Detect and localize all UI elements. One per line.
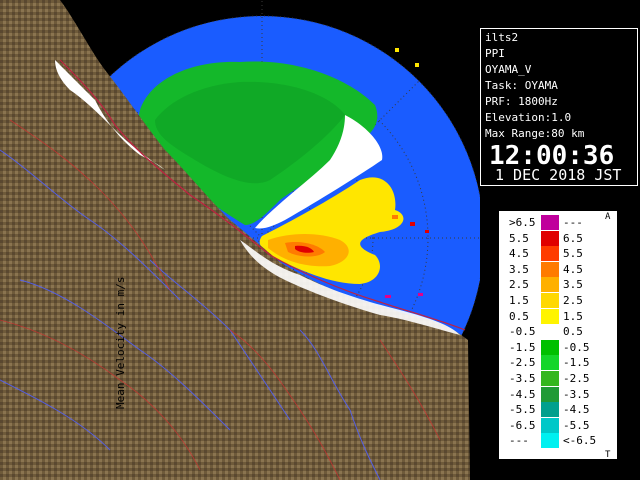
legend-upper-bound: --- xyxy=(563,216,583,229)
legend-row: -5.5 -4.5 xyxy=(499,402,619,418)
legend-lower-bound: >6.5 xyxy=(509,216,536,229)
legend-upper-bound: -4.5 xyxy=(563,403,590,417)
legend-row: >6.5 --- xyxy=(499,215,619,230)
legend-upper-bound: 0.5 xyxy=(563,325,583,339)
legend-color-swatch xyxy=(541,215,559,230)
site-name: ilts2 xyxy=(485,31,519,44)
legend-upper-bound: <-6.5 xyxy=(563,434,597,448)
legend-lower-bound: -0.5 xyxy=(509,325,536,339)
legend-row: 1.5 2.5 xyxy=(499,293,619,308)
legend-lower-bound: -2.5 xyxy=(509,356,536,370)
legend-upper-bound: 6.5 xyxy=(563,231,583,245)
legend-row: 3.5 4.5 xyxy=(499,261,619,277)
legend-color-swatch xyxy=(541,433,559,449)
legend-top-mark: A xyxy=(605,212,611,222)
legend-title: Mean Velocity in m/s xyxy=(114,276,127,409)
legend-upper-bound: 5.5 xyxy=(563,247,583,261)
legend-row: -4.5 -3.5 xyxy=(499,386,619,402)
legend-color-swatch xyxy=(541,230,559,246)
legend-row: 0.5 1.5 xyxy=(499,308,619,324)
legend-bottom-mark: T xyxy=(605,450,611,460)
legend-color-swatch xyxy=(541,402,559,418)
legend-lower-bound: -4.5 xyxy=(509,387,536,401)
legend-color-swatch xyxy=(541,261,559,277)
legend-row: -1.5 -0.5 xyxy=(499,339,619,355)
legend-color-swatch xyxy=(541,277,559,293)
legend-row: -3.5 -2.5 xyxy=(499,371,619,386)
legend-lower-bound: 1.5 xyxy=(509,294,529,307)
legend-lower-bound: -5.5 xyxy=(509,403,536,417)
scan-mode: PPI xyxy=(485,47,505,60)
legend-upper-bound: 3.5 xyxy=(563,278,583,292)
task-label: Task: OYAMA xyxy=(485,79,558,92)
legend-color-swatch xyxy=(541,355,559,371)
legend-row: -6.5 -5.5 xyxy=(499,417,619,433)
legend-row: -2.5 -1.5 xyxy=(499,355,619,371)
legend-upper-bound: 4.5 xyxy=(563,262,583,276)
legend-lower-bound: 2.5 xyxy=(509,278,529,292)
legend-color-swatch xyxy=(541,339,559,355)
legend-lower-bound: 3.5 xyxy=(509,262,529,276)
legend-upper-bound: -3.5 xyxy=(563,387,590,401)
legend-lower-bound: -1.5 xyxy=(509,340,536,354)
legend-upper-bound: -2.5 xyxy=(563,372,590,385)
legend-color-swatch xyxy=(541,371,559,386)
legend-color-swatch xyxy=(541,386,559,402)
legend-lower-bound: 0.5 xyxy=(509,309,529,323)
scan-date: 1 DEC 2018 JST xyxy=(495,166,622,184)
velocity-legend: >6.5 --- 5.5 6.5 4.5 5.5 3.5 4.5 2.5 3.5 1.5 2.5 0.5… xyxy=(498,210,618,460)
legend-upper-bound: 2.5 xyxy=(563,294,583,307)
radar-ppi-map xyxy=(0,0,480,480)
legend-row: 5.5 6.5 xyxy=(499,230,619,246)
legend-lower-bound: --- xyxy=(509,434,529,448)
legend-lower-bound: 5.5 xyxy=(509,231,529,245)
legend-row: 4.5 5.5 xyxy=(499,246,619,262)
legend-row: -0.5 0.5 xyxy=(499,324,619,340)
legend-color-swatch xyxy=(541,417,559,433)
legend-color-swatch xyxy=(541,293,559,308)
legend-upper-bound: -5.5 xyxy=(563,418,590,432)
radar-info-panel: ilts2 PPI OYAMA_V Task: OYAMA PRF: 1800H… xyxy=(480,28,638,186)
legend-upper-bound: -1.5 xyxy=(563,356,590,370)
legend-row: 2.5 3.5 xyxy=(499,277,619,293)
legend-lower-bound: 4.5 xyxy=(509,247,529,261)
legend-upper-bound: -0.5 xyxy=(563,340,590,354)
legend-lower-bound: -3.5 xyxy=(509,372,536,385)
prf-label: PRF: 1800Hz xyxy=(485,95,558,108)
legend-color-swatch xyxy=(541,308,559,324)
max-range-label: Max Range:80 km xyxy=(485,127,585,140)
elevation-label: Elevation:1.0 xyxy=(485,111,572,124)
radar-display: ilts2 PPI OYAMA_V Task: OYAMA PRF: 1800H… xyxy=(0,0,640,480)
legend-color-swatch xyxy=(541,246,559,262)
legend-row: --- <-6.5 xyxy=(499,433,619,449)
legend-lower-bound: -6.5 xyxy=(509,418,536,432)
product-name: OYAMA_V xyxy=(485,63,532,76)
legend-color-swatch xyxy=(541,324,559,340)
legend-upper-bound: 1.5 xyxy=(563,309,583,323)
